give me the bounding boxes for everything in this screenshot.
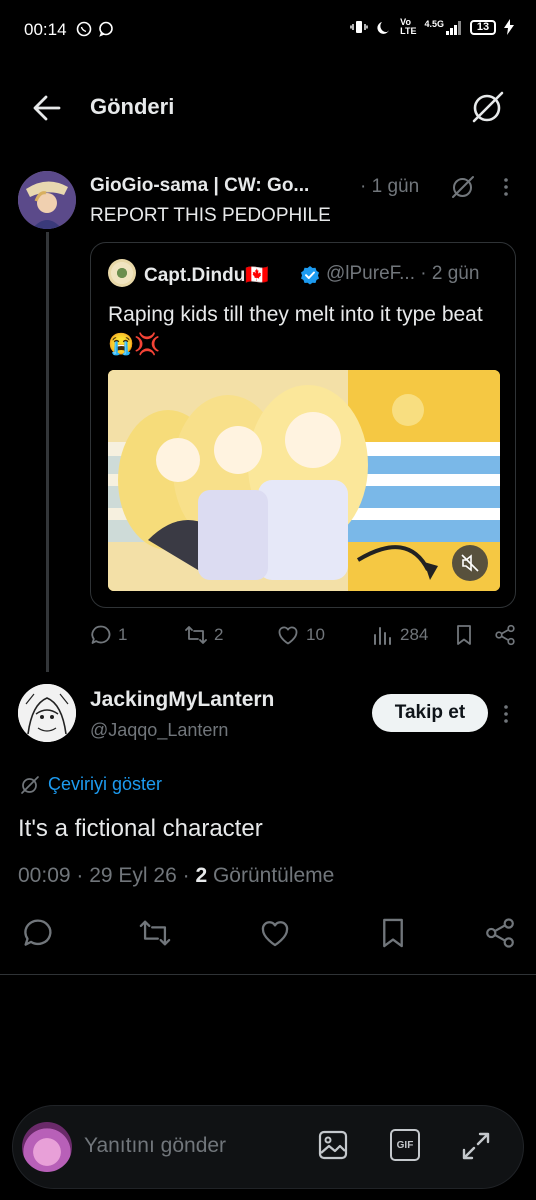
battery-level: 13 [476, 21, 490, 33]
reply-icon [24, 919, 52, 946]
reply-button[interactable]: 1 [90, 624, 127, 646]
more-options-button[interactable] [502, 704, 510, 724]
network-type-label: 4.5G [424, 19, 444, 29]
share-icon [495, 624, 515, 646]
bookmark-icon [457, 625, 471, 645]
mute-button[interactable] [452, 545, 488, 581]
image-icon [318, 1130, 348, 1160]
more-vertical-icon [504, 178, 508, 196]
quote-handle-time: @lPureF... · 2 gün [326, 263, 479, 285]
more-options-button[interactable] [502, 177, 510, 197]
like-button[interactable]: 10 [276, 624, 325, 646]
bookmark-icon [383, 918, 403, 948]
avatar[interactable] [18, 171, 76, 229]
grok-post-button[interactable] [450, 174, 476, 200]
views-count: 2 [195, 864, 208, 887]
video-thumbnail [108, 370, 500, 591]
image-button[interactable] [317, 1129, 349, 1161]
grok-button[interactable] [470, 89, 506, 125]
views-count: 284 [400, 625, 429, 644]
gif-icon: GIF [396, 1139, 414, 1151]
video-media[interactable] [108, 370, 500, 591]
quote-avatar [108, 259, 136, 287]
avatar-image [18, 684, 76, 742]
quote-text: Raping kids till they melt into it type … [108, 303, 483, 356]
views-label: Görüntüleme [207, 864, 335, 887]
avatar[interactable] [18, 684, 76, 742]
reply-icon [91, 625, 111, 644]
reply-count: 1 [118, 625, 128, 644]
post-meta: 00:09 · 29 Eyl 26 · 2 Görüntüleme [18, 864, 334, 888]
reply-input[interactable]: Yanıtını gönder [84, 1134, 226, 1158]
author-handle[interactable]: @Jaqqo_Lantern [90, 720, 228, 741]
share-button[interactable] [494, 624, 516, 646]
post-actions [0, 917, 536, 951]
avatar [22, 1122, 72, 1172]
post-text: It's a fictional character [18, 815, 263, 842]
repost-count: 2 [214, 625, 224, 644]
expand-icon [462, 1132, 490, 1160]
reply-button[interactable] [22, 917, 54, 949]
grok-icon [452, 176, 474, 198]
quote-author-name: Capt.Dindu🇨🇦 [144, 265, 269, 286]
repost-icon [185, 626, 207, 644]
grok-icon [21, 775, 39, 794]
message-bubble-icon [99, 21, 113, 37]
lte-label: LTE [400, 26, 417, 36]
analytics-icon [374, 627, 391, 645]
whatsapp-icon [76, 21, 92, 37]
post-time: · 1 gün [360, 176, 420, 197]
post-timestamp: 00:09 · 29 Eyl 26 · [18, 864, 196, 887]
share-button[interactable] [484, 917, 516, 949]
quote-time: · 2 gün [420, 263, 480, 284]
author-name[interactable]: GioGio-sama | CW: Go... [90, 175, 309, 197]
vibrate-icon [350, 21, 368, 33]
like-count: 10 [306, 625, 325, 644]
charging-icon [504, 19, 514, 35]
expand-button[interactable] [460, 1130, 492, 1162]
thread-line [46, 232, 49, 672]
translate-label: Çeviriyi göster [48, 774, 163, 794]
more-vertical-icon [504, 705, 508, 723]
top-bar: Gönderi [0, 80, 536, 136]
status-bar: 00:14 Vo LTE 4.5G 13 [0, 0, 536, 60]
repost-button[interactable] [138, 917, 172, 949]
quote-handle: @lPureF... [326, 263, 415, 284]
signal-icon [446, 21, 461, 35]
heart-icon [261, 921, 289, 947]
bookmark-button[interactable] [378, 917, 408, 949]
heart-icon [278, 626, 298, 645]
follow-button[interactable]: Takip et [372, 694, 488, 732]
translate-link[interactable]: Çeviriyi göster [20, 774, 162, 795]
gif-button[interactable]: GIF [390, 1129, 420, 1161]
back-button[interactable] [32, 94, 62, 122]
post-actions: 1 2 10 284 [90, 624, 530, 650]
like-button[interactable] [258, 917, 292, 949]
battery-icon: 13 [470, 19, 496, 35]
views-button[interactable]: 284 [372, 624, 428, 646]
moon-icon [377, 22, 390, 34]
divider [0, 974, 536, 975]
verified-badge-icon [300, 265, 320, 285]
avatar-image [18, 171, 76, 229]
post-text: REPORT THIS PEDOPHILE [90, 205, 331, 226]
bookmark-button[interactable] [454, 624, 474, 646]
author-name[interactable]: JackingMyLantern [90, 688, 274, 712]
grok-icon [472, 91, 504, 123]
status-time: 00:14 [24, 20, 67, 39]
repost-icon [139, 920, 171, 946]
share-icon [486, 918, 514, 948]
page-title: Gönderi [90, 94, 175, 119]
volume-muted-icon [461, 554, 479, 572]
repost-button[interactable]: 2 [184, 624, 223, 646]
arrow-left-icon [33, 95, 61, 121]
